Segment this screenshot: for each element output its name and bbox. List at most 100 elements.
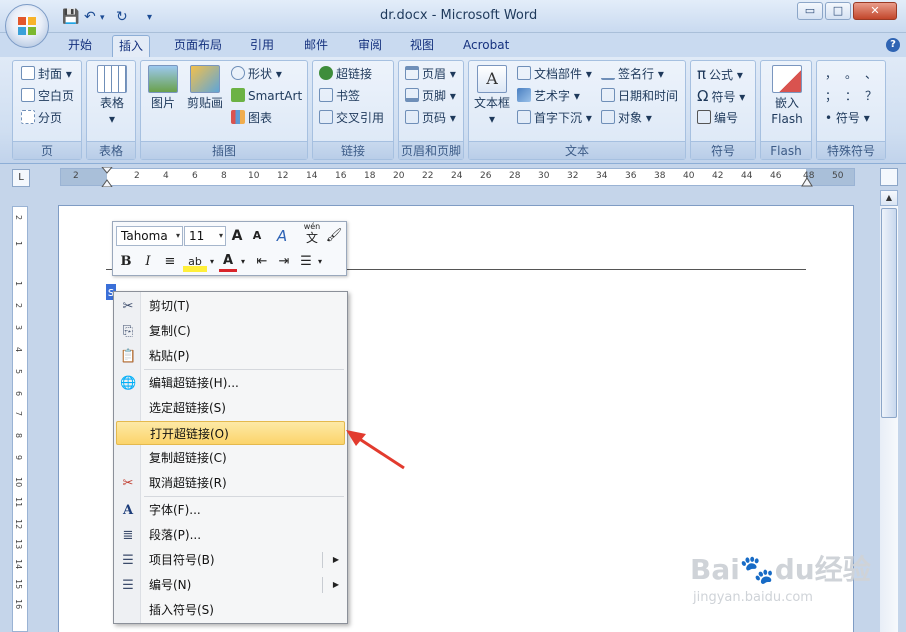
minimize-button[interactable]: ▭ <box>797 2 823 20</box>
cross-reference-button[interactable]: 交叉引用 <box>319 108 384 128</box>
menu-item-insert-symbol[interactable]: 插入符号(S) <box>116 598 345 622</box>
special-char-button[interactable]: ， <box>825 64 837 84</box>
horizontal-ruler[interactable]: 2 2 4 6 8 10 12 14 16 18 20 22 24 26 28 … <box>60 167 855 187</box>
header-button[interactable]: 页眉 ▾ <box>405 64 456 84</box>
font-name-combo[interactable]: Tahoma ▾ <box>116 226 183 246</box>
ruler-tick: 46 <box>770 171 782 181</box>
scroll-thumb[interactable] <box>881 208 897 418</box>
help-icon[interactable]: ? <box>886 38 900 52</box>
bullets-icon[interactable]: ☰ <box>297 252 315 272</box>
vertical-scrollbar[interactable]: ▲ <box>880 190 898 632</box>
embed-flash-button[interactable]: 嵌入 Flash <box>767 63 807 127</box>
symbol-button[interactable]: Ω 符号 ▾ <box>697 86 745 106</box>
italic-button[interactable]: I <box>139 252 157 272</box>
object-button[interactable]: 对象 ▾ <box>601 108 652 128</box>
smartart-button[interactable]: SmartArt <box>231 86 302 106</box>
blank-page-button[interactable]: 空白页 <box>21 86 74 106</box>
clipart-button[interactable]: 剪贴画 <box>185 63 225 111</box>
cover-page-button[interactable]: 封面 ▾ <box>21 64 72 84</box>
ruler-tick: 20 <box>393 171 405 181</box>
mini-toolbar: Tahoma ▾ 11 ▾ A A A wén 文 🖌 B I ≡ ab ▾ A ▾… <box>112 221 347 276</box>
tab-home[interactable]: 开始 <box>62 35 98 57</box>
view-ruler-icon[interactable] <box>880 168 898 186</box>
tab-mailings[interactable]: 邮件 <box>298 35 334 57</box>
special-char-button[interactable]: ： <box>845 86 857 106</box>
special-char-button[interactable]: ？ <box>865 86 877 106</box>
wordart-button[interactable]: 艺术字 ▾ <box>517 86 580 106</box>
menu-item-open-hyperlink[interactable]: 打开超链接(O) <box>116 421 345 445</box>
menu-item-bullets[interactable]: ☰ 项目符号(B) ▶ <box>116 548 345 572</box>
close-button[interactable]: ✕ <box>853 2 897 20</box>
special-char-button[interactable]: 、 <box>865 64 877 84</box>
menu-item-paste[interactable]: 📋 粘贴(P) <box>116 344 345 368</box>
ruler-tick: 42 <box>712 171 724 181</box>
picture-button[interactable]: 图片 <box>145 63 181 111</box>
right-indent-marker-icon[interactable] <box>801 175 813 187</box>
tab-references[interactable]: 引用 <box>244 35 280 57</box>
menu-item-numbering[interactable]: ☰ 编号(N) ▶ <box>116 573 345 597</box>
save-icon[interactable]: 💾 <box>62 9 79 25</box>
equation-button[interactable]: π 公式 ▾ <box>697 64 743 84</box>
maximize-button[interactable]: □ <box>825 2 851 20</box>
phonetic-guide-button[interactable]: 文 <box>303 231 321 245</box>
menu-item-copy[interactable]: ⎘ 复制(C) <box>116 319 345 343</box>
signature-line-button[interactable]: 签名行 ▾ <box>601 64 664 84</box>
scroll-up-button[interactable]: ▲ <box>880 190 898 206</box>
tab-view[interactable]: 视图 <box>404 35 440 57</box>
footer-button[interactable]: 页脚 ▾ <box>405 86 456 106</box>
date-time-button[interactable]: 日期和时间 <box>601 86 678 106</box>
undo-dropdown-icon[interactable]: ▾ <box>100 13 105 23</box>
shapes-button[interactable]: 形状 ▾ <box>231 64 282 84</box>
indent-marker-icon[interactable] <box>101 167 113 187</box>
tab-review[interactable]: 审阅 <box>352 35 388 57</box>
ruler-tick: 30 <box>538 171 550 181</box>
redo-icon[interactable]: ↻ <box>116 9 128 25</box>
tab-page-layout[interactable]: 页面布局 <box>168 35 228 57</box>
remove-link-icon: ✂ <box>122 476 134 491</box>
page-break-icon <box>21 110 35 124</box>
submenu-divider <box>322 552 323 568</box>
menu-item-select-hyperlink[interactable]: 选定超链接(S) <box>116 396 345 420</box>
font-color-button[interactable]: A <box>219 252 237 272</box>
textbox-button[interactable]: A 文本框 ▾ <box>471 63 513 127</box>
highlight-icon[interactable]: ab <box>183 252 207 272</box>
chevron-down-icon[interactable]: ▾ <box>238 252 248 272</box>
grow-font-button[interactable]: A <box>228 226 246 246</box>
increase-indent-icon[interactable]: ⇥ <box>275 252 293 272</box>
menu-item-font[interactable]: A 字体(F)... <box>116 498 345 522</box>
bookmark-button[interactable]: 书签 <box>319 86 360 106</box>
chart-button[interactable]: 图表 <box>231 108 272 128</box>
shrink-font-button[interactable]: A <box>248 226 266 246</box>
tab-selector-button[interactable]: L <box>12 169 30 187</box>
undo-icon[interactable]: ↶ <box>84 9 96 25</box>
vertical-ruler[interactable]: 2 1 1 2 3 4 5 6 7 8 9 10 11 12 13 14 15 … <box>12 206 28 632</box>
decrease-indent-icon[interactable]: ⇤ <box>253 252 271 272</box>
special-char-button[interactable]: ； <box>825 86 837 106</box>
drop-cap-button[interactable]: 首字下沉 ▾ <box>517 108 592 128</box>
title-bar: 💾 ↶ ▾ ↻ ▾ dr.docx - Microsoft Word ▭ □ ✕ <box>0 0 906 33</box>
chevron-down-icon[interactable]: ▾ <box>315 252 325 272</box>
quick-parts-button[interactable]: 文档部件 ▾ <box>517 64 592 84</box>
tab-acrobat[interactable]: Acrobat <box>457 35 515 57</box>
font-size-combo[interactable]: 11 ▾ <box>184 226 226 246</box>
menu-item-copy-hyperlink[interactable]: 复制超链接(C) <box>116 446 345 470</box>
format-painter-icon[interactable]: 🖌 <box>325 226 343 246</box>
menu-item-remove-hyperlink[interactable]: ✂ 取消超链接(R) <box>116 471 345 495</box>
styles-button[interactable]: A <box>271 226 293 246</box>
table-button[interactable]: 表格 ▾ <box>95 63 129 127</box>
center-align-icon[interactable]: ≡ <box>161 252 179 272</box>
page-number-button[interactable]: 页码 ▾ <box>405 108 456 128</box>
menu-item-cut[interactable]: ✂ 剪切(T) <box>116 294 345 318</box>
menu-item-edit-hyperlink[interactable]: 🌐 编辑超链接(H)... <box>116 371 345 395</box>
tab-insert[interactable]: 插入 <box>112 35 151 57</box>
special-symbol-button[interactable]: • 符号 ▾ <box>825 108 870 128</box>
special-char-button[interactable]: 。 <box>845 64 857 84</box>
office-button[interactable] <box>5 4 49 48</box>
number-button[interactable]: 编号 <box>697 108 738 128</box>
bold-button[interactable]: B <box>117 252 135 272</box>
customize-qat-icon[interactable]: ▾ <box>147 12 152 23</box>
hyperlink-button[interactable]: 超链接 <box>319 64 372 84</box>
page-break-button[interactable]: 分页 <box>21 108 62 128</box>
chevron-down-icon[interactable]: ▾ <box>207 252 217 272</box>
menu-item-paragraph[interactable]: ≣ 段落(P)... <box>116 523 345 547</box>
